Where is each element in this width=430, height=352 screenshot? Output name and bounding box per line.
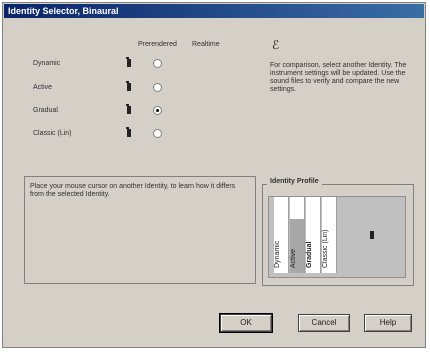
identity-profile-panel: Dynamic Active Gradual Classic (Lin) xyxy=(268,196,406,278)
realtime-column-header: Realtime xyxy=(192,41,220,48)
profile-bar-classic[interactable]: Classic (Lin) xyxy=(322,197,337,273)
speaker-icon[interactable] xyxy=(126,81,131,91)
ok-button[interactable]: OK xyxy=(219,313,273,333)
profile-speaker-icon[interactable] xyxy=(370,231,374,239)
help-button[interactable]: Help xyxy=(364,314,412,332)
identity-label: Classic (Lin) xyxy=(33,130,72,137)
profile-bar-gradual[interactable]: Gradual xyxy=(306,197,321,273)
hint-text: Place your mouse cursor on another Ident… xyxy=(30,183,236,198)
identity-label: Dynamic xyxy=(33,60,61,67)
radio-gradual[interactable] xyxy=(153,106,162,115)
profile-bar-active[interactable]: Active xyxy=(290,197,305,273)
speaker-icon[interactable] xyxy=(126,104,131,114)
profile-bar-label: Active xyxy=(290,248,297,268)
cancel-button[interactable]: Cancel xyxy=(298,314,350,332)
speaker-icon[interactable] xyxy=(126,127,131,137)
window-title: Identity Selector, Binaural xyxy=(8,6,119,16)
prerendered-column-header: Prerendered xyxy=(138,41,177,48)
title-bar: Identity Selector, Binaural xyxy=(4,4,424,18)
hint-box: Place your mouse cursor on another Ident… xyxy=(24,176,256,284)
profile-bar-label: Dynamic xyxy=(274,240,281,268)
radio-classic[interactable] xyxy=(153,129,162,138)
radio-active[interactable] xyxy=(153,83,162,92)
identity-profile-title: Identity Profile xyxy=(267,178,322,185)
radio-dynamic[interactable] xyxy=(153,59,162,68)
speaker-icon[interactable] xyxy=(126,57,131,67)
profile-bar-dynamic[interactable]: Dynamic xyxy=(274,197,289,273)
identity-label: Gradual xyxy=(33,107,58,114)
comparison-text: For comparison, select another Identity.… xyxy=(270,62,407,93)
info-speaker-icon: ℰ xyxy=(272,38,280,52)
identity-label: Active xyxy=(33,84,53,91)
identity-selector-dialog: Identity Selector, Binaural xyxy=(2,2,426,348)
profile-bar-label: Gradual xyxy=(306,241,313,268)
profile-bar-label: Classic (Lin) xyxy=(322,229,329,268)
